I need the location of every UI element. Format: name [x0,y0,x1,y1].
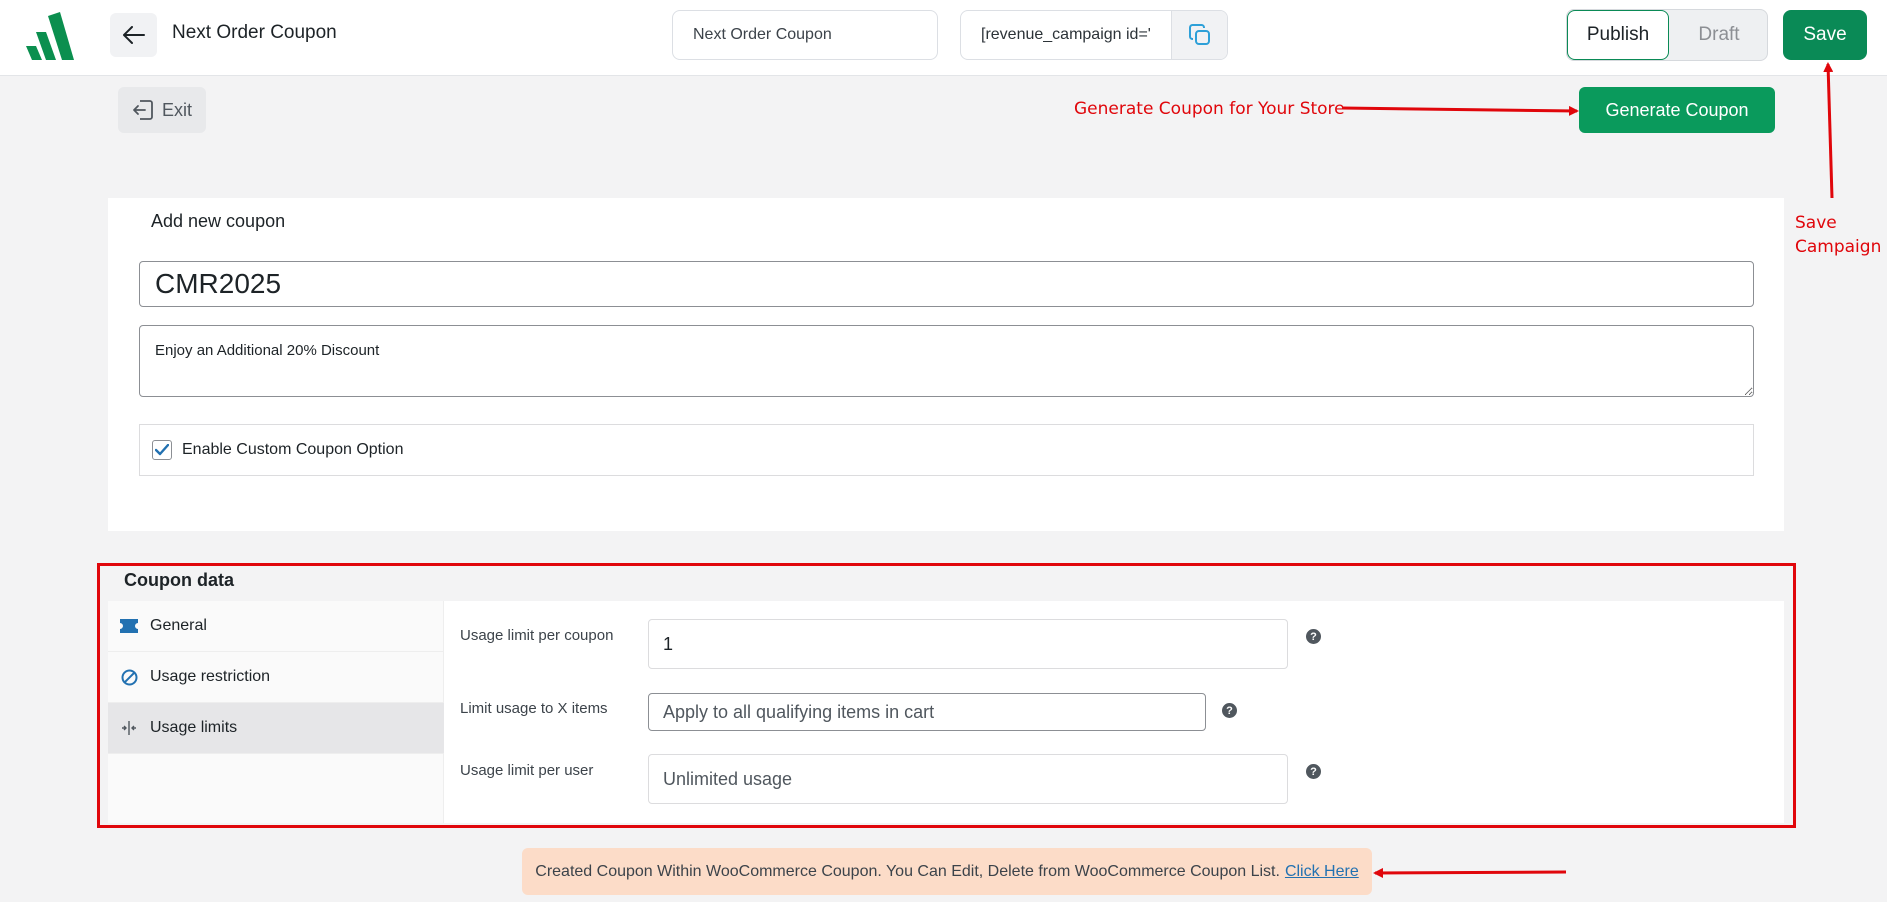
annotation-generate-note: Generate Coupon for Your Store [1074,99,1345,119]
copy-shortcode-button[interactable] [1171,11,1227,59]
notice-text: Created Coupon Within WooCommerce Coupon… [535,862,1280,880]
custom-coupon-option: Enable Custom Coupon Option [139,424,1754,476]
woocommerce-notice: Created Coupon Within WooCommerce Coupon… [522,848,1372,895]
copy-icon [1188,24,1210,45]
coupon-code-input[interactable] [139,261,1754,307]
shortcode-field: [revenue_campaign id=' [960,10,1228,60]
status-toggle: Publish Draft [1566,9,1768,61]
exit-icon [133,100,153,120]
annotation-save-note: Save Campaign [1795,211,1881,259]
custom-coupon-label: Enable Custom Coupon Option [182,441,404,458]
arrow-left-icon [122,26,145,44]
draft-toggle-button[interactable]: Draft [1671,10,1767,60]
custom-coupon-checkbox[interactable] [152,440,172,460]
exit-button[interactable]: Exit [118,87,206,133]
generate-coupon-button[interactable]: Generate Coupon [1579,87,1775,133]
arrow-to-notice [1373,867,1567,878]
arrow-to-save [1823,62,1834,199]
top-header: Next Order Coupon [revenue_campaign id='… [0,0,1887,76]
annotation-save-line2: Campaign [1795,237,1882,257]
back-button[interactable] [110,13,157,57]
add-coupon-panel: Add new coupon Enjoy an Additional 20% D… [108,198,1784,531]
click-here-link[interactable]: Click Here [1285,863,1359,881]
exit-label: Exit [161,99,192,120]
annotation-highlight-box [97,563,1796,828]
publish-toggle-button[interactable]: Publish [1567,10,1669,60]
coupon-description-textarea[interactable]: Enjoy an Additional 20% Discount [139,325,1754,397]
panel-heading: Add new coupon [151,211,286,231]
page-title: Next Order Coupon [172,22,337,43]
arrow-to-generate [1341,105,1579,116]
save-button[interactable]: Save [1783,10,1867,60]
campaign-name-input[interactable] [672,10,938,60]
checkmark-icon [155,444,169,456]
annotation-save-line1: Save [1795,213,1837,233]
shortcode-text[interactable]: [revenue_campaign id=' [961,11,1171,59]
wowrevenue-logo-icon [26,12,74,60]
